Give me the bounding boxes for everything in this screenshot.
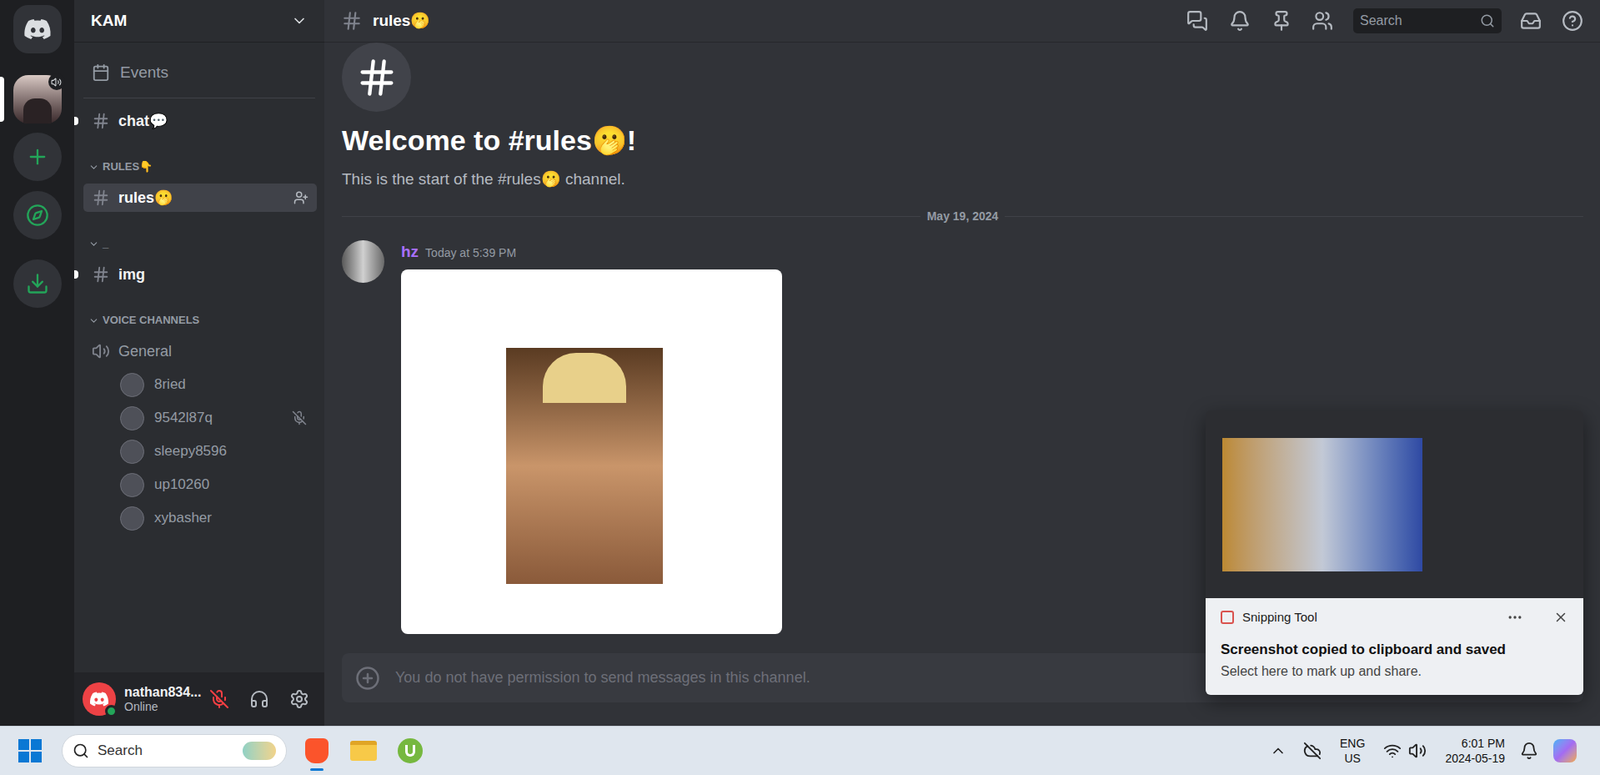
more-icon[interactable] bbox=[1506, 608, 1524, 626]
chevron-icon bbox=[88, 238, 100, 250]
clock[interactable]: 6:01 PM2024-05-19 bbox=[1444, 735, 1505, 766]
voice-user[interactable]: up10260 bbox=[83, 467, 317, 502]
author-avatar[interactable] bbox=[341, 240, 385, 283]
taskbar-app[interactable] bbox=[345, 730, 382, 771]
chevron-icon bbox=[290, 12, 308, 30]
pin-icon[interactable] bbox=[1270, 10, 1293, 32]
channel-icon-circle bbox=[341, 42, 412, 112]
channel-category[interactable]: RULES👇 bbox=[83, 156, 325, 177]
plus-icon bbox=[25, 145, 50, 169]
start-button[interactable] bbox=[18, 738, 42, 763]
chevron-icon bbox=[88, 161, 100, 173]
utorrent-icon bbox=[397, 737, 423, 763]
onedrive-icon[interactable] bbox=[1303, 741, 1322, 760]
voice-user-list: 8ried9542l87qsleepy8596up10260xybasher bbox=[83, 367, 325, 535]
channel-category[interactable]: VOICE CHANNELS bbox=[83, 310, 325, 331]
events-item[interactable]: Events bbox=[83, 55, 325, 90]
channel-item[interactable]: rules🫢 bbox=[83, 183, 317, 212]
channel-category[interactable]: _ bbox=[83, 233, 325, 254]
add-server-button[interactable] bbox=[13, 132, 62, 181]
unread-indicator bbox=[74, 116, 79, 126]
desktop: KAM Events chat💬 RULES👇 rules🫢 _img VOICE CHAN… bbox=[0, 0, 1600, 775]
voice-user[interactable]: xybasher bbox=[83, 501, 317, 535]
taskbar-app[interactable] bbox=[298, 730, 336, 771]
speaker-icon bbox=[91, 341, 111, 361]
snipping-toast[interactable]: Snipping ToolScreenshot copied to clipbo… bbox=[1205, 410, 1584, 695]
user-panel: nathan834...Online bbox=[74, 672, 325, 726]
author-name[interactable]: hz bbox=[401, 240, 419, 265]
search-icon bbox=[72, 742, 90, 759]
channel-header: rules🫢Search bbox=[324, 0, 1600, 43]
user-avatar bbox=[120, 372, 145, 397]
download-icon bbox=[25, 271, 50, 296]
hash-icon bbox=[91, 111, 111, 131]
channel-item[interactable]: img bbox=[83, 260, 317, 289]
user-avatar bbox=[120, 406, 145, 431]
copilot-icon[interactable] bbox=[1553, 738, 1577, 763]
help-icon[interactable] bbox=[1561, 10, 1584, 32]
taskbar-app[interactable] bbox=[391, 730, 429, 771]
volume-icon[interactable] bbox=[1408, 741, 1427, 760]
members-icon[interactable] bbox=[1311, 10, 1334, 32]
mic-muted-icon[interactable] bbox=[209, 688, 230, 709]
hash-icon bbox=[91, 265, 111, 284]
status-dot bbox=[105, 704, 118, 718]
headphones-icon[interactable] bbox=[249, 688, 270, 709]
chevron-icon bbox=[88, 315, 100, 327]
language-indicator[interactable]: ENGUS bbox=[1339, 735, 1365, 766]
timestamp: Today at 5:39 PM bbox=[425, 244, 517, 262]
inbox-icon[interactable] bbox=[1519, 10, 1542, 32]
taskbar: Search ENGUS 6:01 PM2024-05-19 bbox=[0, 725, 1600, 775]
settings-icon[interactable] bbox=[289, 688, 310, 709]
snipping-tool-icon bbox=[1220, 610, 1234, 624]
divider bbox=[83, 97, 316, 99]
folder-icon bbox=[350, 740, 377, 761]
server-rail bbox=[0, 0, 75, 726]
hash-icon bbox=[91, 188, 111, 207]
selected-pill bbox=[0, 76, 5, 122]
bell-icon[interactable] bbox=[1228, 10, 1251, 32]
user-avatar bbox=[120, 439, 145, 464]
date-divider: May 19, 2024 bbox=[341, 207, 1584, 226]
tray-overflow-icon[interactable] bbox=[1269, 742, 1287, 759]
server-header[interactable]: KAM bbox=[74, 0, 325, 43]
voice-badge bbox=[48, 73, 66, 91]
welcome-title: Welcome to #rules🫢! bbox=[341, 123, 1584, 158]
taskbar-search[interactable]: Search bbox=[61, 733, 287, 768]
hash-icon bbox=[341, 10, 363, 32]
channel-list: Events chat💬 RULES👇 rules🫢 _img VOICE CHANNEL… bbox=[74, 42, 325, 673]
voice-user[interactable]: 8ried bbox=[83, 367, 317, 402]
brave-icon bbox=[305, 737, 329, 763]
user-avatar bbox=[120, 506, 145, 531]
welcome-subtitle: This is the start of the #rules🫢 channel… bbox=[341, 169, 1584, 190]
threads-icon[interactable] bbox=[1186, 10, 1209, 32]
wifi-icon[interactable] bbox=[1383, 741, 1402, 760]
compass-icon bbox=[25, 203, 50, 227]
discord-logo-icon bbox=[23, 15, 52, 44]
muted-icon bbox=[291, 410, 307, 426]
home-button[interactable] bbox=[13, 5, 62, 54]
close-icon[interactable] bbox=[1553, 609, 1569, 625]
invite-icon[interactable] bbox=[293, 190, 309, 206]
search-icon bbox=[1479, 13, 1495, 29]
search-field[interactable]: Search bbox=[1353, 8, 1502, 34]
channel-item[interactable]: General bbox=[83, 336, 317, 366]
hash-icon bbox=[355, 55, 399, 100]
image-attachment[interactable] bbox=[401, 269, 783, 634]
unread-indicator bbox=[74, 270, 79, 279]
download-button[interactable] bbox=[13, 259, 62, 308]
explore-button[interactable] bbox=[13, 190, 62, 240]
screenshot-thumbnail bbox=[1205, 410, 1584, 598]
notification-icon[interactable] bbox=[1519, 741, 1539, 760]
calendar-icon bbox=[91, 63, 111, 82]
voice-user[interactable]: sleepy8596 bbox=[83, 434, 317, 468]
voice-user[interactable]: 9542l87q bbox=[83, 401, 317, 435]
attach-icon bbox=[355, 665, 381, 691]
user-avatar bbox=[120, 472, 145, 497]
speaker-icon bbox=[50, 76, 62, 88]
channel-sidebar: KAM Events chat💬 RULES👇 rules🫢 _img VOICE CHAN… bbox=[74, 0, 325, 726]
channel-item[interactable]: chat💬 bbox=[83, 106, 317, 136]
